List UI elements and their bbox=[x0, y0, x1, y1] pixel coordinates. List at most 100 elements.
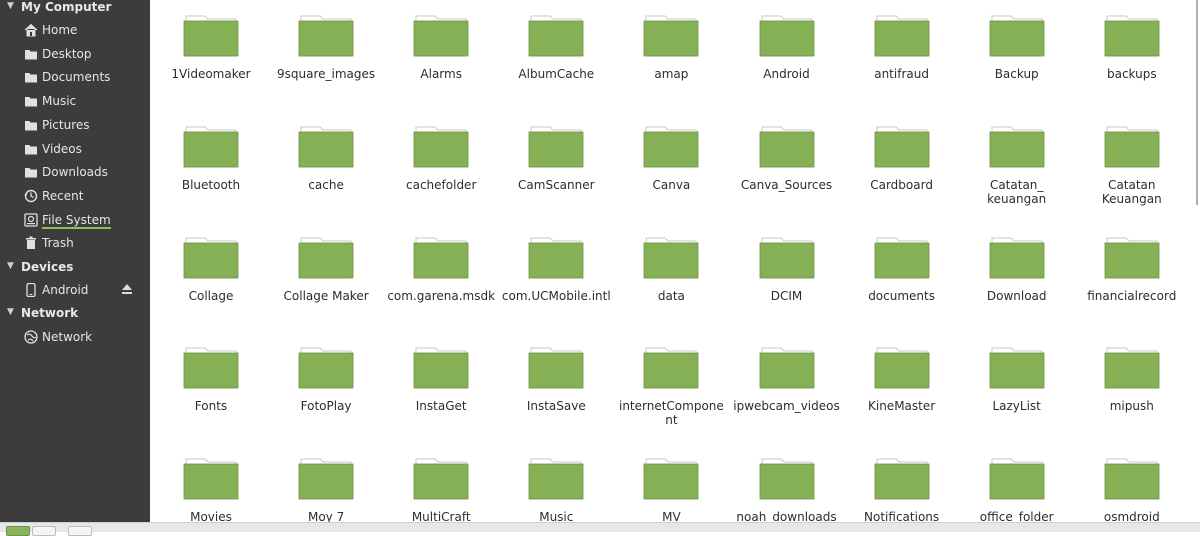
folder-item[interactable]: internetCompone nt bbox=[615, 332, 727, 432]
folder-icon bbox=[183, 237, 239, 279]
view-toggle-button[interactable] bbox=[32, 526, 56, 536]
sidebar-item-desktop[interactable]: Desktop bbox=[0, 43, 150, 65]
folder-name: Android bbox=[763, 67, 810, 81]
folder-icon bbox=[25, 97, 37, 107]
sidebar-item-network[interactable]: Network bbox=[0, 326, 150, 348]
folder-item[interactable]: osmdroid bbox=[1076, 443, 1188, 522]
folder-item[interactable]: office_folder bbox=[961, 443, 1073, 522]
sidebar-item-android[interactable]: Android bbox=[0, 279, 150, 301]
folder-item[interactable]: financialrecord bbox=[1076, 222, 1188, 322]
folder-item[interactable]: 1Videomaker bbox=[155, 0, 267, 100]
sidebar-item-label: Music bbox=[42, 94, 77, 109]
folder-item[interactable]: backups bbox=[1076, 0, 1188, 100]
folder-item[interactable]: Backup bbox=[961, 0, 1073, 100]
folder-item[interactable]: Catatan Keuangan bbox=[1076, 111, 1188, 211]
folder-item[interactable]: documents bbox=[846, 222, 958, 322]
folder-item[interactable]: Cardboard bbox=[846, 111, 958, 211]
folder-item[interactable]: MV bbox=[615, 443, 727, 522]
sidebar-item-recent[interactable]: Recent bbox=[0, 185, 150, 207]
view-toggle-button[interactable] bbox=[6, 526, 30, 536]
folder-item[interactable]: cachefolder bbox=[385, 111, 497, 211]
folder-item[interactable]: Bluetooth bbox=[155, 111, 267, 211]
eject-icon[interactable] bbox=[122, 283, 132, 295]
folder-item[interactable]: cache bbox=[270, 111, 382, 211]
folder-item[interactable]: Canva bbox=[615, 111, 727, 211]
folder-item[interactable]: Notifications bbox=[846, 443, 958, 522]
folder-name: KineMaster bbox=[868, 399, 936, 414]
view-toggle-button[interactable] bbox=[68, 526, 92, 536]
folder-name: antifraud bbox=[874, 67, 929, 81]
folder-item[interactable]: Download bbox=[961, 222, 1073, 322]
folder-item[interactable]: 9square_images bbox=[270, 0, 382, 100]
trash-icon bbox=[26, 236, 36, 250]
folder-item[interactable]: InstaSave bbox=[500, 332, 612, 432]
sidebar-item-home[interactable]: Home bbox=[0, 19, 150, 41]
folder-item[interactable]: LazyList bbox=[961, 332, 1073, 432]
folder-name: InstaGet bbox=[415, 399, 467, 414]
folder-item[interactable]: Collage bbox=[155, 222, 267, 322]
file-view[interactable]: 1Videomaker 9square_images Alarms AlbumCach… bbox=[150, 0, 1198, 522]
folder-icon bbox=[183, 458, 239, 500]
folder-item[interactable]: Android bbox=[731, 0, 843, 100]
folder-icon bbox=[298, 237, 354, 279]
folder-item[interactable]: InstaGet bbox=[385, 332, 497, 432]
section-my-computer[interactable]: ▼ My Computer bbox=[0, 0, 150, 16]
folder-item[interactable]: Collage Maker bbox=[270, 222, 382, 322]
folder-name: com.garena.msdk bbox=[387, 288, 496, 303]
folder-item[interactable]: antifraud bbox=[846, 0, 958, 100]
sidebar-item-file-system[interactable]: File System bbox=[0, 209, 150, 231]
folder-icon bbox=[298, 347, 354, 389]
folder-name: cachefolder bbox=[406, 177, 477, 192]
folder-icon bbox=[643, 15, 699, 57]
folder-item[interactable]: Alarms bbox=[385, 0, 497, 100]
folder-icon bbox=[759, 458, 814, 500]
section-label: Devices bbox=[21, 260, 74, 274]
collapse-arrow-icon[interactable]: ▼ bbox=[7, 261, 14, 271]
folder-name: Canva bbox=[652, 177, 691, 192]
scrollbar[interactable] bbox=[1196, 0, 1198, 205]
folder-item[interactable]: data bbox=[615, 222, 727, 322]
sidebar-item-pictures[interactable]: Pictures bbox=[0, 114, 150, 136]
folder-item[interactable]: noah_downloads bbox=[731, 443, 843, 522]
folder-icon bbox=[528, 237, 584, 279]
folder-name: Cardboard bbox=[870, 177, 933, 192]
folder-name: cache bbox=[308, 177, 344, 192]
folder-item[interactable]: KineMaster bbox=[846, 332, 958, 432]
section-network[interactable]: ▼ Network bbox=[0, 306, 150, 322]
folder-item[interactable]: com.garena.msdk bbox=[385, 222, 497, 322]
folder-item[interactable]: Movies bbox=[155, 443, 267, 522]
sidebar-item-documents[interactable]: Documents bbox=[0, 66, 150, 88]
folder-item[interactable]: com.UCMobile.intl bbox=[500, 222, 612, 322]
folder-icon bbox=[874, 458, 929, 500]
sidebar-item-label: Desktop bbox=[42, 46, 92, 61]
collapse-arrow-icon[interactable]: ▼ bbox=[7, 307, 14, 317]
folder-item[interactable]: ipwebcam_videos bbox=[731, 332, 843, 432]
folder-icon bbox=[413, 458, 469, 500]
folder-item[interactable]: mipush bbox=[1076, 332, 1188, 432]
collapse-arrow-icon[interactable]: ▼ bbox=[7, 1, 14, 11]
folder-item[interactable]: FotoPlay bbox=[270, 332, 382, 432]
folder-item[interactable]: Catatan_ keuangan bbox=[961, 111, 1073, 211]
sidebar-item-music[interactable]: Music bbox=[0, 90, 150, 112]
folder-item[interactable]: Moy 7 bbox=[270, 443, 382, 522]
folder-item[interactable]: DCIM bbox=[731, 222, 843, 322]
folder-name: AlbumCache bbox=[518, 67, 595, 81]
folder-icon bbox=[1104, 237, 1160, 279]
sidebar-item-videos[interactable]: Videos bbox=[0, 138, 150, 160]
folder-icon bbox=[759, 15, 814, 57]
folder-item[interactable]: MultiCraft bbox=[385, 443, 497, 522]
folder-item[interactable]: Music bbox=[500, 443, 612, 522]
folder-name: Download bbox=[986, 288, 1047, 303]
sidebar-item-trash[interactable]: Trash bbox=[0, 232, 150, 254]
sidebar-item-downloads[interactable]: Downloads bbox=[0, 161, 150, 183]
sidebar-item-label: Android bbox=[42, 283, 89, 297]
folder-item[interactable]: Canva_Sources bbox=[731, 111, 843, 211]
folder-item[interactable]: Fonts bbox=[155, 332, 267, 432]
folder-item[interactable]: amap bbox=[615, 0, 727, 100]
section-devices[interactable]: ▼ Devices bbox=[0, 260, 150, 276]
sidebar-item-label: Network bbox=[42, 330, 93, 344]
folder-name: data bbox=[657, 288, 685, 303]
folder-icon bbox=[298, 458, 354, 500]
folder-item[interactable]: AlbumCache bbox=[500, 0, 612, 100]
folder-item[interactable]: CamScanner bbox=[500, 111, 612, 211]
